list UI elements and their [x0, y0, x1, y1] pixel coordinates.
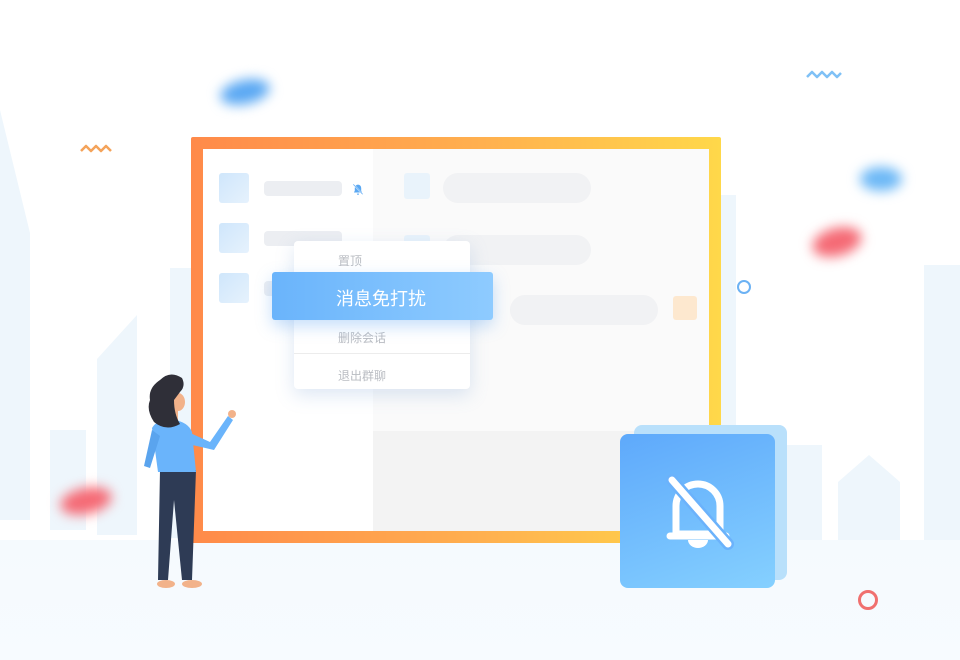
squiggle-decoration	[806, 70, 842, 79]
illustration-canvas: 置顶 删除会话 退出群聊 消息免打扰	[0, 0, 960, 660]
red-blob	[809, 222, 865, 262]
menu-item-leave-group[interactable]: 退出群聊	[338, 367, 386, 384]
message-bubble	[443, 173, 591, 203]
conversation-title-placeholder	[264, 181, 342, 196]
menu-item-mute-notifications[interactable]: 消息免打扰	[272, 272, 493, 320]
avatar	[219, 223, 249, 253]
mute-badge	[620, 434, 775, 588]
avatar	[219, 173, 249, 203]
blue-blob	[860, 167, 902, 191]
chat-avatar	[673, 296, 697, 320]
bell-off-icon	[666, 474, 734, 550]
city-building	[786, 445, 822, 545]
bell-off-icon	[352, 183, 364, 195]
squiggle-decoration	[80, 144, 112, 153]
blue-blob	[218, 75, 272, 109]
ring-decoration	[858, 590, 878, 610]
city-building	[924, 265, 960, 550]
menu-divider	[294, 353, 470, 354]
city-building	[838, 455, 900, 545]
menu-item-label: 消息免打扰	[336, 289, 426, 310]
message-bubble	[510, 295, 658, 325]
city-building	[0, 110, 30, 520]
city-building	[50, 430, 86, 530]
ring-decoration	[737, 280, 751, 294]
menu-item-pin[interactable]: 置顶	[338, 252, 362, 269]
avatar	[219, 273, 249, 303]
menu-item-delete-chat[interactable]: 删除会话	[338, 329, 386, 346]
chat-avatar	[404, 173, 430, 199]
woman-pointing-figure	[144, 374, 236, 588]
